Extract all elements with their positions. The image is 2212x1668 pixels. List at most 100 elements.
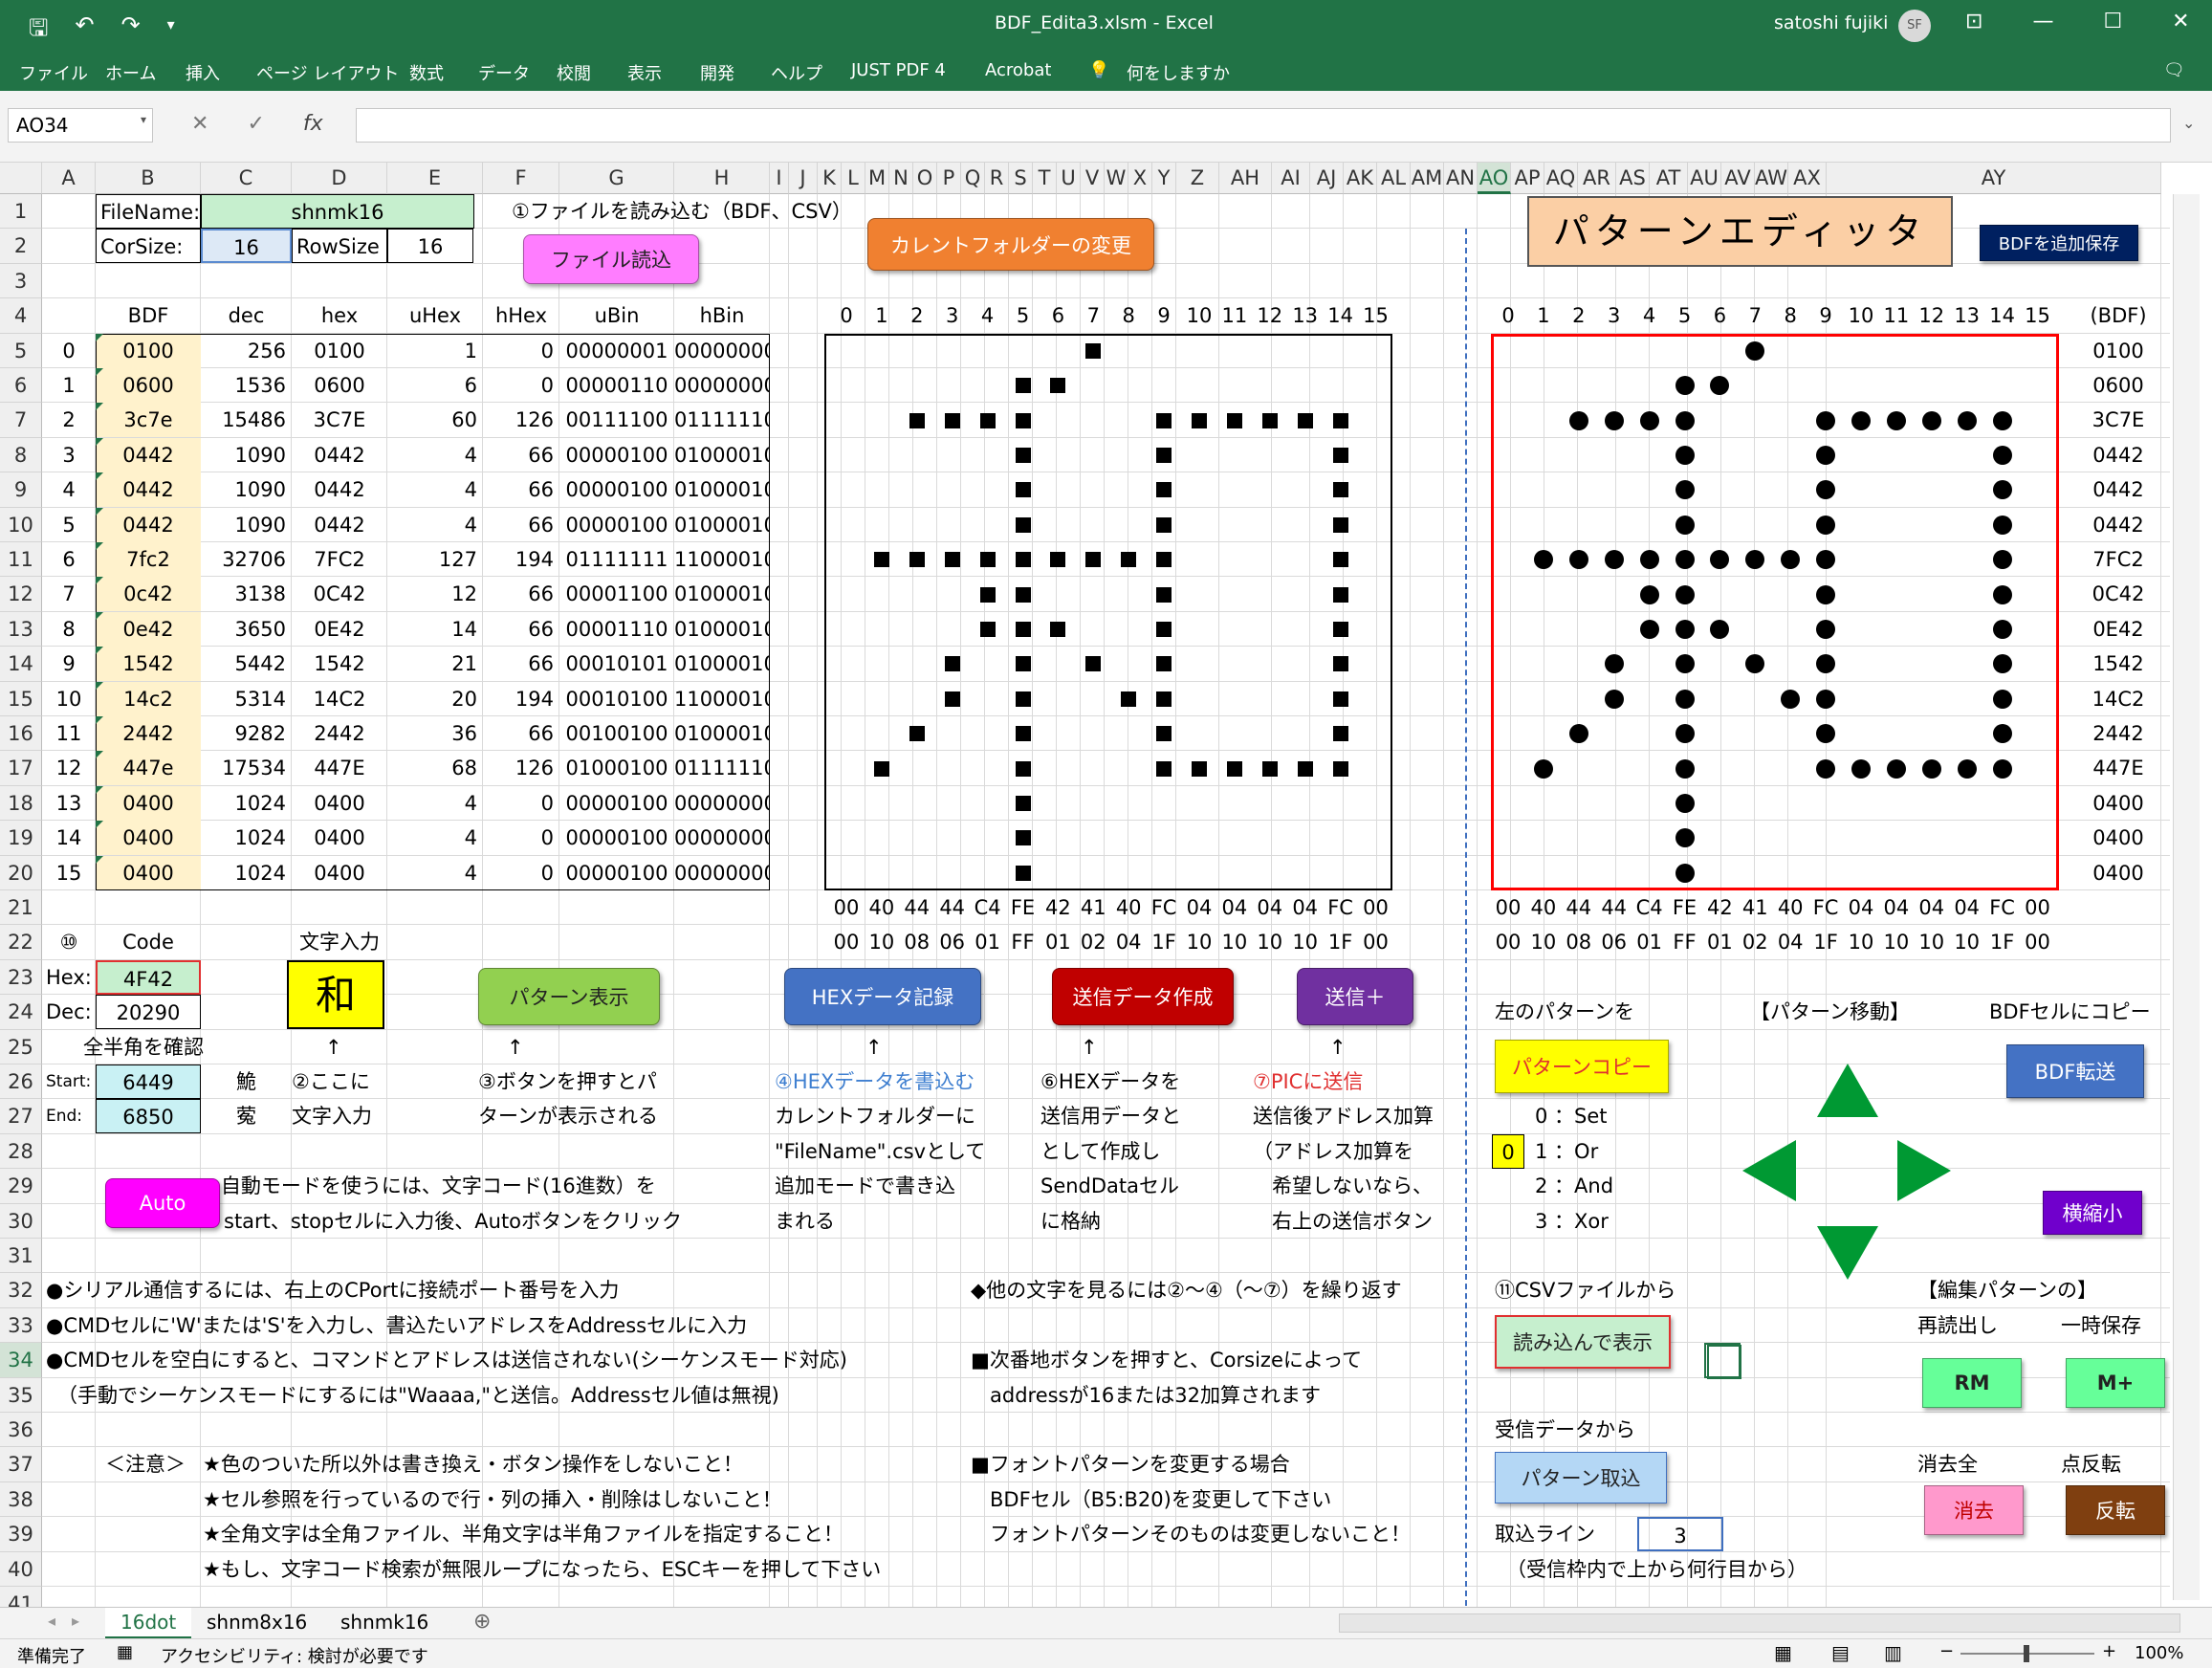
row-header[interactable]: 15 [0,681,42,716]
bdf-cell[interactable]: 0442 [96,437,201,472]
enter-icon[interactable]: ✓ [247,112,264,136]
column-header[interactable]: V [1081,163,1105,194]
pixel-dot[interactable] [1639,550,1659,570]
row-header[interactable]: 3 [0,263,42,299]
bdf-cell[interactable]: 14c2 [96,681,201,716]
pixel-dot[interactable] [1568,410,1588,430]
name-box[interactable]: AO34 ▾ [8,108,153,143]
row-header[interactable]: 41 [0,1587,42,1607]
pixel-dot[interactable] [1781,689,1801,709]
pattern-copy-button[interactable]: パターンコピー [1495,1040,1669,1093]
customize-qat-icon[interactable]: ▾ [167,11,175,51]
pixel-dot[interactable] [1957,410,1977,430]
pixel-dot[interactable] [1675,724,1695,744]
column-header[interactable]: AL [1377,163,1411,194]
pixel-dot[interactable] [1816,689,1836,709]
expand-formula-icon[interactable]: ⌄ [2182,114,2195,132]
pixel-dot[interactable] [1675,446,1695,465]
pixel-dot[interactable] [1921,758,1941,779]
column-header[interactable]: Y [1152,163,1176,194]
row-header[interactable]: 35 [0,1377,42,1413]
row-header[interactable]: 16 [0,716,42,752]
accessibility-status[interactable]: アクセシビリティ: 検討が必要です [161,1643,428,1668]
auto-button[interactable]: Auto [105,1178,220,1228]
row-header[interactable]: 38 [0,1481,42,1518]
column-header[interactable]: E [387,163,483,194]
row-header[interactable]: 17 [0,751,42,786]
pixel-dot[interactable] [1816,446,1836,465]
shrink-button[interactable]: 横縮小 [2043,1191,2142,1235]
hex-value[interactable]: 4F42 [96,959,201,995]
next-sheet-icon[interactable]: ▸ [72,1612,79,1630]
pixel-dot[interactable] [1604,654,1624,674]
pixel-dot[interactable] [1568,550,1588,570]
pixel-dot[interactable] [1675,689,1695,709]
tab-formulas[interactable]: 数式 [409,60,444,85]
zoom-out-icon[interactable]: − [1939,1641,1954,1661]
row-header[interactable]: 39 [0,1517,42,1552]
column-header[interactable]: AR [1578,163,1616,194]
maximize-icon[interactable]: ☐ [2103,10,2122,33]
tab-acrobat[interactable]: Acrobat [985,60,1051,80]
bdf-cell[interactable]: 7fc2 [96,542,201,577]
pixel-dot[interactable] [1816,584,1836,604]
column-header[interactable]: AI [1272,163,1310,194]
tell-me-search[interactable]: 何をしますか [1127,60,1230,85]
vertical-scrollbar[interactable] [2173,194,2200,1600]
row-header[interactable]: 18 [0,785,42,822]
bdf-cell[interactable]: 0600 [96,368,201,403]
row-header[interactable]: 31 [0,1239,42,1274]
column-header[interactable]: AM [1411,163,1444,194]
column-header[interactable]: AS [1616,163,1650,194]
tab-view[interactable]: 表示 [627,60,662,85]
row-header[interactable]: 20 [0,855,42,890]
pixel-dot[interactable] [1816,515,1836,535]
pixel-dot[interactable] [1604,689,1624,709]
pixel-dot[interactable] [1675,515,1695,535]
bdf-cell[interactable]: 0400 [96,855,201,890]
bdf-cell[interactable]: 0442 [96,507,201,542]
column-header[interactable]: O [913,163,937,194]
pixel-dot[interactable] [1992,446,2012,465]
column-header[interactable]: J [789,163,818,194]
bdf-cell[interactable]: 3c7e [96,403,201,438]
corsize-field[interactable]: 16 [201,229,292,264]
pixel-dot[interactable] [1992,550,2012,570]
pixel-dot[interactable] [1886,410,1906,430]
column-header[interactable]: Q [961,163,985,194]
column-header[interactable]: AY [1827,163,2161,194]
pixel-dot[interactable] [1604,410,1624,430]
column-header[interactable]: H [674,163,770,194]
pixel-dot[interactable] [1992,689,2012,709]
undo-icon[interactable]: ↶ [75,11,94,51]
fx-icon[interactable]: fx [303,112,323,136]
cancel-icon[interactable]: ✕ [191,112,208,136]
bdf-transfer-button[interactable]: BDF転送 [2006,1044,2144,1098]
column-header[interactable]: AT [1650,163,1688,194]
column-header[interactable]: AN [1444,163,1478,194]
row-header[interactable]: 40 [0,1551,42,1587]
column-header[interactable]: AU [1688,163,1721,194]
pixel-dot[interactable] [1816,620,1836,639]
take-line-field[interactable]: 3 [1637,1517,1723,1552]
pixel-dot[interactable] [1992,480,2012,500]
tab-insert[interactable]: 挿入 [186,60,220,85]
column-header[interactable]: F [483,163,559,194]
bdf-cell[interactable]: 0e42 [96,611,201,647]
row-header[interactable]: 37 [0,1447,42,1482]
row-header[interactable]: 10 [0,507,42,542]
column-header[interactable]: W [1105,163,1128,194]
prev-sheet-icon[interactable]: ◂ [48,1612,55,1630]
close-icon[interactable]: ✕ [2172,10,2189,33]
row-header[interactable]: 34 [0,1343,42,1378]
send-data-button[interactable]: 送信データ作成 [1052,968,1234,1025]
row-header[interactable]: 27 [0,1099,42,1134]
sheet-tab-16dot[interactable]: 16dot [105,1608,192,1639]
pixel-dot[interactable] [1533,550,1553,570]
row-header[interactable]: 28 [0,1133,42,1170]
pixel-dot[interactable] [1851,758,1871,779]
csv-target-cell[interactable] [1707,1345,1741,1379]
end-value[interactable]: 6850 [96,1099,201,1134]
row-header[interactable]: 5 [0,333,42,368]
sheet-tab-shnm8x16[interactable]: shnm8x16 [191,1608,322,1639]
